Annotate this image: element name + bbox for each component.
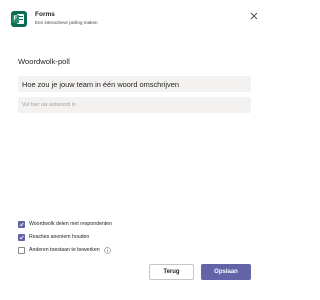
- dialog-header: F Forms Een interactieve peiling maken: [11, 11, 98, 27]
- close-icon: [250, 12, 258, 20]
- option-label: Woordwolk delen met respondenten: [29, 221, 112, 227]
- option-anonymous[interactable]: Reacties anoniem houden: [18, 233, 112, 241]
- close-button[interactable]: [249, 11, 259, 21]
- back-button[interactable]: Terug: [149, 264, 194, 280]
- poll-title: Woordwolk-poll: [18, 57, 70, 66]
- share-wordcloud-checkbox[interactable]: [18, 220, 25, 228]
- anonymous-checkbox[interactable]: [18, 233, 25, 241]
- option-allow-edit[interactable]: Anderen toestaan te bewerken: [18, 246, 112, 254]
- option-label: Anderen toestaan te bewerken: [29, 247, 100, 253]
- forms-logo-icon: F: [11, 11, 27, 27]
- checkmark-icon: [19, 222, 24, 226]
- poll-options: Woordwolk delen met respondenten Reactie…: [18, 220, 112, 259]
- answer-input[interactable]: [18, 97, 251, 113]
- question-field[interactable]: Hoe zou je jouw team in één woord omschr…: [18, 76, 251, 92]
- header-text: Forms Een interactieve peiling maken: [35, 12, 98, 25]
- info-icon[interactable]: [103, 246, 111, 254]
- save-button[interactable]: Opslaan: [201, 264, 251, 280]
- option-label: Reacties anoniem houden: [29, 234, 90, 240]
- create-poll-dialog: F Forms Een interactieve peiling maken W…: [0, 0, 269, 300]
- app-subtitle: Een interactieve peiling maken: [35, 19, 98, 25]
- allow-edit-checkbox[interactable]: [18, 246, 25, 254]
- app-name: Forms: [35, 11, 55, 19]
- checkmark-icon: [19, 235, 24, 239]
- option-share-wordcloud[interactable]: Woordwolk delen met respondenten: [18, 220, 112, 228]
- question-text: Hoe zou je jouw team in één woord omschr…: [22, 79, 179, 89]
